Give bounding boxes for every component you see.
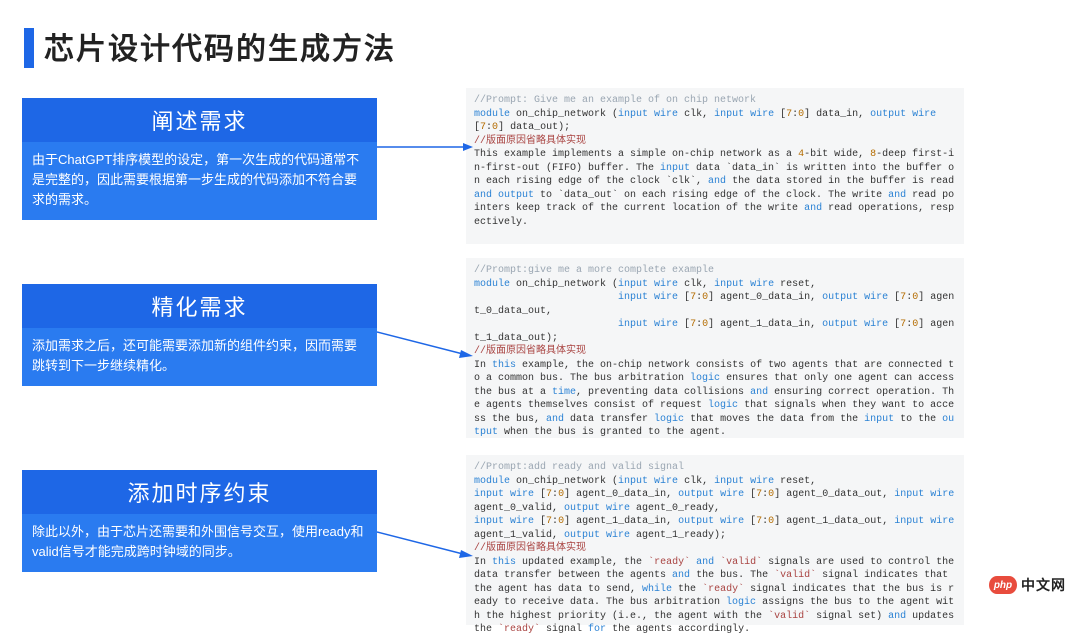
site-logo: php 中文网 [989, 575, 1066, 595]
logo-text: 中文网 [1021, 575, 1066, 595]
code1-prompt: //Prompt: Give me an example of on chip … [474, 95, 756, 106]
step-1-header: 阐述需求 [22, 98, 377, 142]
code-block-2: //Prompt:give me a more complete example… [466, 258, 964, 438]
code3-note: //版面原因省略具体实现 [474, 543, 586, 554]
title-accent-bar [24, 28, 34, 68]
code2-note: //版面原因省略具体实现 [474, 346, 586, 357]
arrow-2 [377, 330, 473, 360]
step-3-header: 添加时序约束 [22, 470, 377, 514]
step-3-body: 除此以外，由于芯片还需要和外围信号交互，使用ready和valid信号才能完成跨… [22, 514, 377, 572]
code-block-1: //Prompt: Give me an example of on chip … [466, 88, 964, 244]
code3-prompt: //Prompt:add ready and valid signal [474, 462, 684, 473]
step-1: 阐述需求 由于ChatGPT排序模型的设定，第一次生成的代码通常不是完整的，因此… [22, 98, 377, 220]
step-2: 精化需求 添加需求之后，还可能需要添加新的组件约束，因而需要跳转到下一步继续精化… [22, 284, 377, 386]
step-3: 添加时序约束 除此以外，由于芯片还需要和外围信号交互，使用ready和valid… [22, 470, 377, 572]
code-block-3: //Prompt:add ready and valid signal modu… [466, 455, 964, 625]
page-title: 芯片设计代码的生成方法 [44, 24, 396, 68]
step-2-header: 精化需求 [22, 284, 377, 328]
step-2-body: 添加需求之后，还可能需要添加新的组件约束，因而需要跳转到下一步继续精化。 [22, 328, 377, 386]
code1-note: //版面原因省略具体实现 [474, 136, 586, 147]
code2-prompt: //Prompt:give me a more complete example [474, 265, 714, 276]
step-1-body: 由于ChatGPT排序模型的设定，第一次生成的代码通常不是完整的，因此需要根据第… [22, 142, 377, 220]
arrow-1 [377, 140, 473, 154]
code1-desc: This example implements a simple on-chip… [474, 149, 960, 228]
logo-icon: php [989, 576, 1017, 594]
arrow-3 [377, 530, 473, 560]
